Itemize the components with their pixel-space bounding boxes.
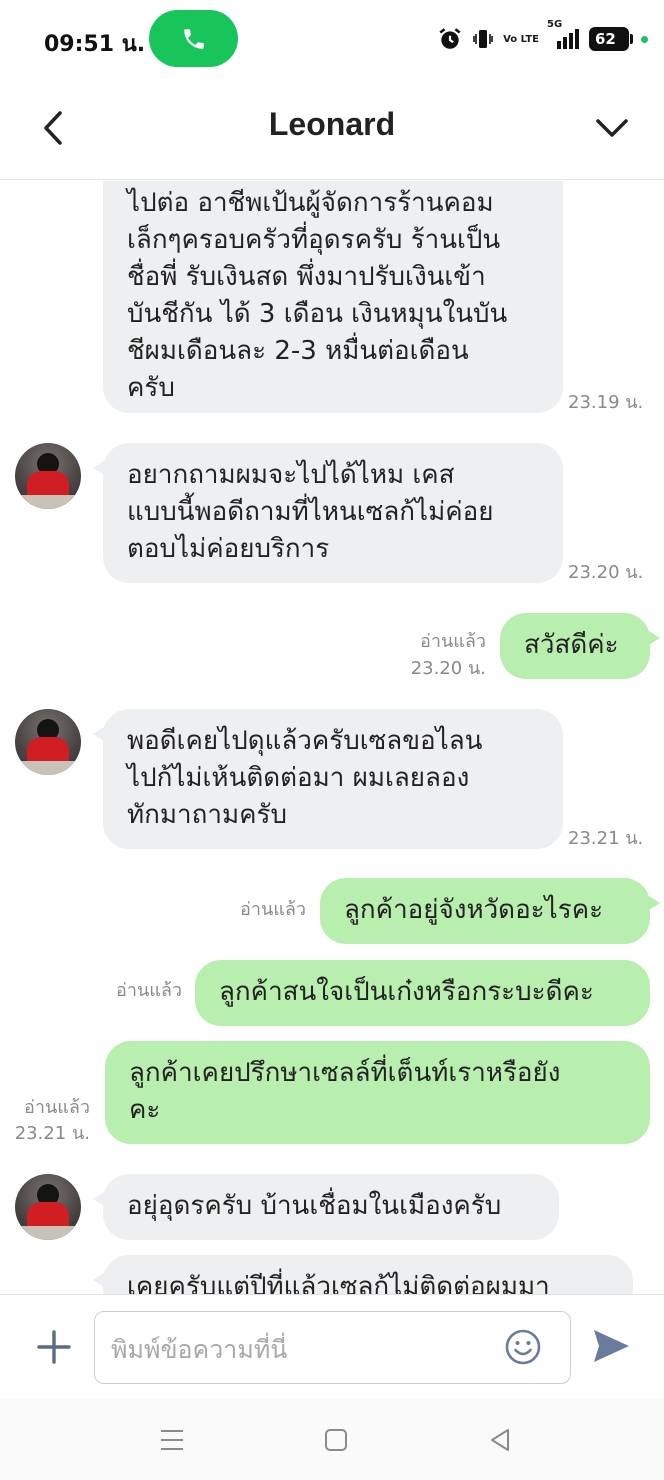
message-line: ไปต่อ อาชีพเป้นผู้จัดการร้านคอม bbox=[127, 188, 494, 218]
recent-apps-button[interactable] bbox=[152, 1422, 192, 1458]
privacy-indicator-dot bbox=[641, 35, 648, 43]
outgoing-message[interactable]: สวัสดีค่ะ bbox=[500, 613, 660, 679]
message-line: ลูกค้าเคยปรึกษาเซลล์ที่เต็นท์เราหรือยัง bbox=[129, 1058, 561, 1088]
read-status: อ่านแล้ว bbox=[116, 980, 182, 1001]
message-line: ตอบไม่ค่อยบริการ bbox=[127, 534, 330, 564]
incoming-message[interactable]: เคยครับแต่ปีที่แล้วเซลก้ไม่ติดต่อผมมา bbox=[93, 1255, 633, 1294]
menu-lines-icon bbox=[161, 1430, 183, 1450]
contact-avatar[interactable] bbox=[15, 709, 81, 775]
contact-avatar[interactable] bbox=[15, 1174, 81, 1240]
message-line: ชีผมเดือนละ 2-3 หมื่นต่อเดือน bbox=[127, 336, 469, 366]
chat-menu-button[interactable] bbox=[588, 104, 636, 152]
vibrate-icon bbox=[471, 26, 495, 52]
contact-name: Leonard bbox=[268, 106, 396, 142]
message-line: ทักมาถามครับ bbox=[127, 800, 287, 830]
system-back-button[interactable] bbox=[480, 1422, 520, 1458]
alarm-icon bbox=[437, 26, 463, 52]
volte-icon: Vo LTE bbox=[503, 33, 539, 45]
status-time: 09:51 น. bbox=[44, 32, 146, 57]
outgoing-message[interactable]: ลูกค้าอยู่จังหวัดอะไรคะ bbox=[320, 878, 660, 944]
outgoing-message[interactable]: ลูกค้าสนใจเป็นเก๋งหรือกระบะดีคะ bbox=[195, 960, 650, 1026]
read-status: อ่านแล้ว bbox=[420, 631, 486, 652]
ongoing-call-pill[interactable] bbox=[149, 10, 238, 67]
phone-icon bbox=[183, 28, 204, 49]
read-status: อ่านแล้ว bbox=[240, 899, 306, 920]
read-status: อ่านแล้ว bbox=[24, 1097, 90, 1118]
system-nav-bar bbox=[0, 1398, 664, 1480]
message-line: เล็กๆครอบครัวที่อุดรครับ ร้านเป็น bbox=[127, 225, 501, 255]
message-line: ชื่อพี่ รับเงินสด พึ่งมาปรับเงินเข้า bbox=[127, 262, 486, 292]
incoming-message[interactable]: ไปต่อ อาชีพเป้นผู้จัดการร้านคอม เล็กๆครอ… bbox=[103, 181, 563, 413]
message-input[interactable]: พิมพ์ข้อความที่นี่ bbox=[94, 1311, 571, 1384]
message-list[interactable]: ไปต่อ อาชีพเป้นผู้จัดการร้านคอม เล็กๆครอ… bbox=[0, 181, 664, 1294]
message-time: 23.20 น. bbox=[568, 562, 644, 583]
message-time: 23.21 น. bbox=[568, 828, 644, 849]
network-type-label: 5G bbox=[547, 19, 563, 30]
message-line: พอดีเคยไปดุแล้วครับเซลขอไลน bbox=[127, 726, 483, 756]
incoming-message[interactable]: อยุ่อุดรครับ บ้านเชื่อมในเมืองครับ bbox=[93, 1174, 559, 1240]
message-line: ลูกค้าอยู่จังหวัดอะไรคะ bbox=[344, 895, 604, 925]
message-line: สวัสดีค่ะ bbox=[524, 630, 619, 660]
message-line: ไปก้ไม่เห้นติดต่อมา ผมเลยลอง bbox=[127, 763, 470, 793]
incoming-message[interactable]: อยากถามผมจะไปได้ไหม เคส แบบนี้พอดีถามที่… bbox=[93, 443, 563, 583]
message-line: บันชีกัน ได้ 3 เดือน เงินหมุนในบัน bbox=[127, 299, 508, 329]
message-line: ครับ bbox=[127, 373, 175, 403]
input-placeholder: พิมพ์ข้อความที่นี่ bbox=[111, 1335, 288, 1364]
status-bar: 09:51 น. Vo LTE 5G 62 bbox=[0, 0, 664, 80]
message-time: 23.21 น. bbox=[14, 1123, 90, 1144]
triangle-back-icon bbox=[491, 1429, 509, 1451]
attach-button[interactable] bbox=[30, 1323, 78, 1371]
message-line: อยากถามผมจะไปได้ไหม เคส bbox=[127, 460, 455, 490]
message-time: 23.19 น. bbox=[568, 392, 644, 413]
incoming-message[interactable]: พอดีเคยไปดุแล้วครับเซลขอไลน ไปก้ไม่เห้นต… bbox=[93, 709, 563, 849]
emoji-button[interactable] bbox=[502, 1326, 544, 1368]
home-button[interactable] bbox=[316, 1422, 356, 1458]
square-icon bbox=[325, 1429, 347, 1451]
contact-avatar[interactable] bbox=[15, 443, 81, 509]
chevron-down-icon bbox=[596, 119, 628, 137]
message-time: 23.20 น. bbox=[410, 658, 486, 679]
outgoing-message[interactable]: ลูกค้าเคยปรึกษาเซลล์ที่เต็นท์เราหรือยัง … bbox=[105, 1041, 650, 1144]
battery-icon: 62 bbox=[589, 27, 633, 51]
signal-5g-icon: 5G bbox=[547, 19, 581, 51]
message-line: ลูกค้าสนใจเป็นเก๋งหรือกระบะดีคะ bbox=[219, 977, 594, 1007]
message-line: คะ bbox=[129, 1095, 161, 1125]
message-line: เคยครับแต่ปีที่แล้วเซลก้ไม่ติดต่อผมมา bbox=[127, 1272, 550, 1294]
smiley-icon bbox=[505, 1329, 541, 1365]
message-line: แบบนี้พอดีถามที่ไหนเซลก้ไม่ค่อย bbox=[127, 497, 494, 527]
send-button[interactable] bbox=[586, 1321, 636, 1371]
message-line: อยุ่อุดรครับ บ้านเชื่อมในเมืองครับ bbox=[127, 1191, 502, 1221]
chat-header: Leonard bbox=[0, 80, 664, 180]
message-composer: พิมพ์ข้อความที่นี่ bbox=[0, 1294, 664, 1398]
status-icons: Vo LTE 5G 62 bbox=[437, 19, 648, 54]
send-icon bbox=[594, 1330, 629, 1362]
plus-icon bbox=[37, 1330, 71, 1364]
